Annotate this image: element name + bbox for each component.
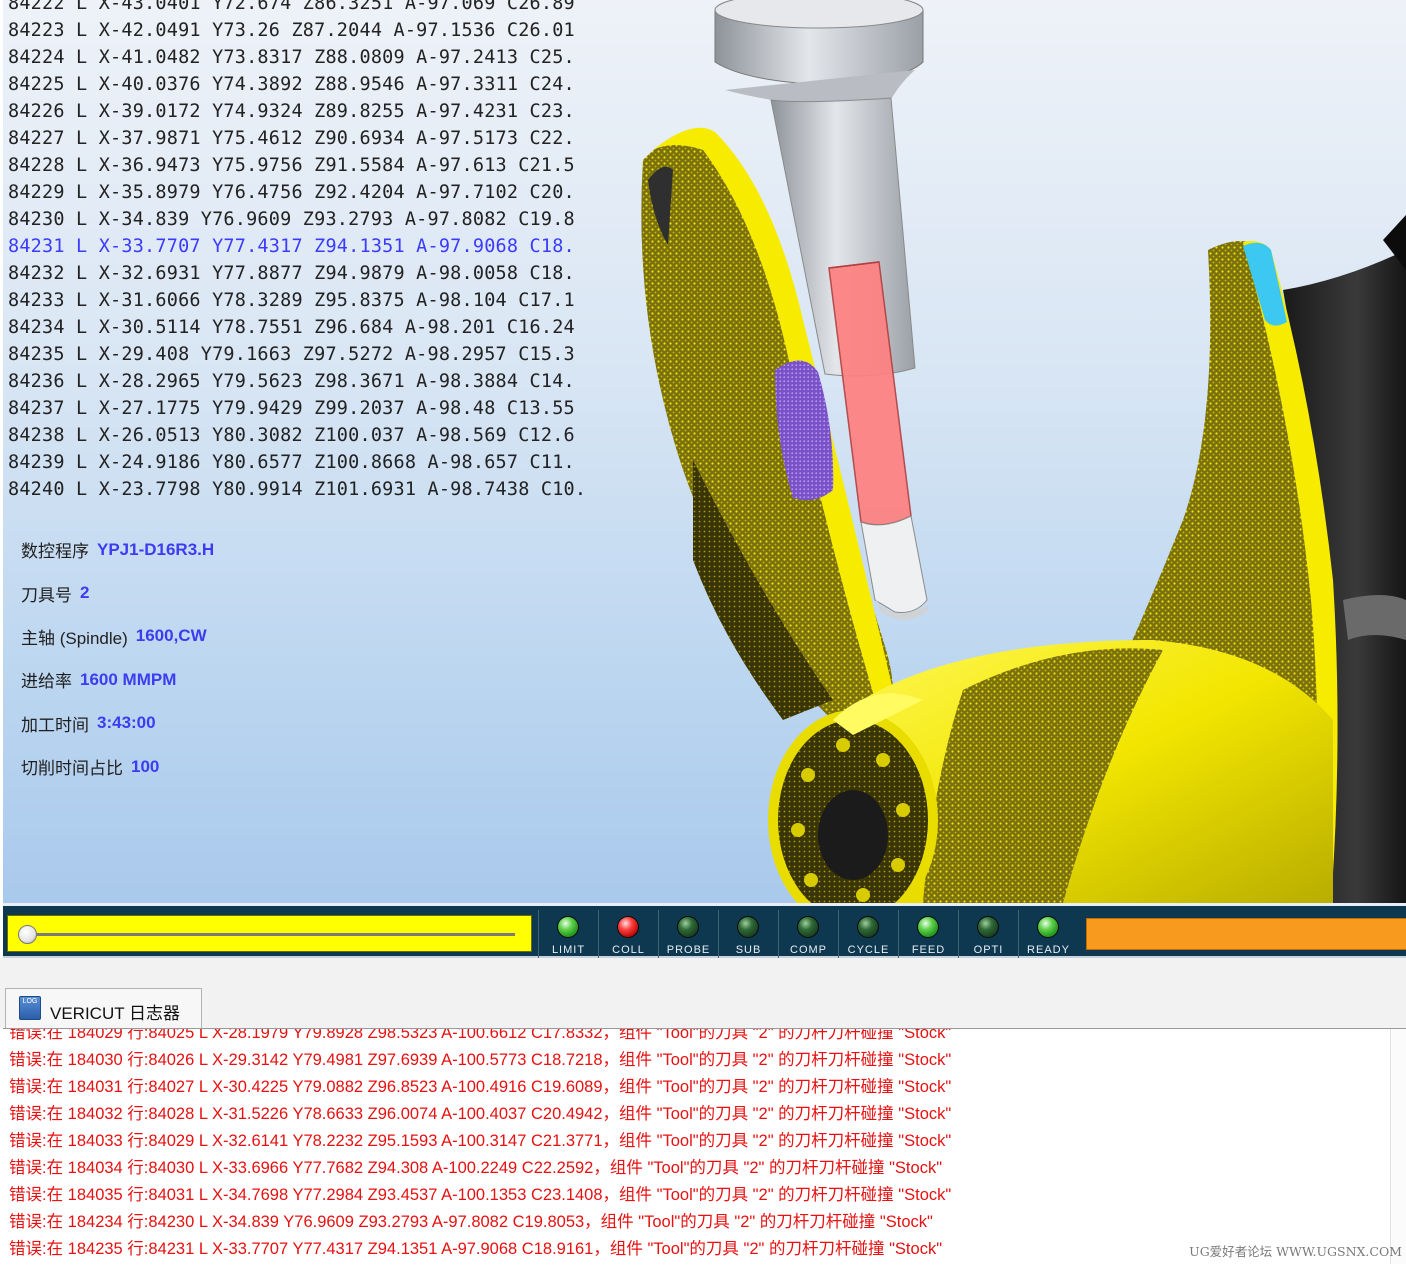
simulation-control-bar: LIMIT COLL PROBE SUB COMP CYCLE FEED OPTI READY: [3, 903, 1406, 958]
status-indicators: LIMIT COLL PROBE SUB COMP CYCLE FEED OPTI READY: [538, 910, 1078, 958]
indicator-label: OPTI: [973, 944, 1004, 956]
slider-thumb[interactable]: [18, 925, 37, 944]
log-error-line[interactable]: 错误:在 184235 行:84231 L X-33.7707 Y77.4317…: [9, 1236, 951, 1263]
led-dark-icon: [677, 916, 699, 938]
indicator-label: SUB: [735, 944, 762, 956]
nc-line[interactable]: 84224 L X-41.0482 Y73.8317 Z88.0809 A-97…: [8, 44, 618, 71]
log-error-line[interactable]: 错误:在 184035 行:84031 L X-34.7698 Y77.2984…: [9, 1182, 951, 1209]
led-dark-icon: [797, 916, 819, 938]
led-green-icon: [917, 916, 939, 938]
indicator-ready: READY: [1018, 910, 1078, 958]
slider-track: [24, 933, 515, 936]
led-dark-icon: [857, 916, 879, 938]
log-error-line[interactable]: 错误:在 184234 行:84230 L X-34.839 Y76.9609 …: [9, 1209, 951, 1236]
indicator-cycle: CYCLE: [838, 910, 898, 958]
nc-current-line[interactable]: 84231 L X-33.7707 Y77.4317 Z94.1351 A-97…: [8, 233, 618, 260]
nc-line[interactable]: 84233 L X-31.6066 Y78.3289 Z95.8375 A-98…: [8, 287, 618, 314]
led-dark-icon: [737, 916, 759, 938]
indicator-label: READY: [1027, 944, 1070, 956]
log-error-line[interactable]: 错误:在 184029 行:84025 L X-28.1979 Y79.8928…: [9, 1029, 951, 1047]
nc-program-value: YPJ1-D16R3.H: [97, 539, 215, 559]
led-green-icon: [557, 916, 579, 938]
log-tab-label: VERICUT 日志器: [50, 1004, 181, 1023]
feed-rate-label: 进给率: [21, 672, 72, 692]
nc-line[interactable]: 84236 L X-28.2965 Y79.5623 Z98.3671 A-98…: [8, 368, 618, 395]
log-error-line[interactable]: 错误:在 184030 行:84026 L X-29.3142 Y79.4981…: [9, 1047, 951, 1074]
log-scrollbar[interactable]: [1390, 1029, 1406, 1264]
status-progress-bar: [1086, 918, 1406, 950]
led-red-icon: [617, 916, 639, 938]
machining-time-value: 3:43:00: [97, 713, 156, 733]
3d-viewport[interactable]: 84222 L X-43.0401 Y72.674 Z86.3251 A-97.…: [3, 0, 1406, 903]
nc-line[interactable]: 84222 L X-43.0401 Y72.674 Z86.3251 A-97.…: [8, 0, 618, 17]
spindle-value: 1600,CW: [135, 626, 207, 646]
feed-rate-value: 1600 MMPM: [80, 669, 177, 689]
vericut-logger-tab[interactable]: LOG VERICUT 日志器: [5, 988, 202, 1028]
indicator-label: FEED: [911, 944, 946, 956]
indicator-label: COLL: [612, 944, 645, 956]
log-book-icon: LOG: [19, 996, 41, 1020]
led-dark-icon: [977, 916, 999, 938]
machining-time-label: 加工时间: [21, 715, 89, 735]
spindle-label: 主轴 (Spindle): [21, 628, 128, 648]
log-error-line[interactable]: 错误:在 184032 行:84028 L X-31.5226 Y78.6633…: [9, 1101, 951, 1128]
indicator-comp: COMP: [778, 910, 838, 958]
cut-ratio-row: 切削时间占比 100: [21, 745, 214, 788]
nc-program-label: 数控程序: [21, 542, 89, 562]
nc-line[interactable]: 84229 L X-35.8979 Y76.4756 Z92.4204 A-97…: [8, 179, 618, 206]
nc-line[interactable]: 84239 L X-24.9186 Y80.6577 Z100.8668 A-9…: [8, 449, 618, 476]
nc-line[interactable]: 84223 L X-42.0491 Y73.26 Z87.2044 A-97.1…: [8, 17, 618, 44]
tool-number-value: 2: [80, 583, 90, 603]
log-lines: 错误:在 184029 行:84025 L X-28.1979 Y79.8928…: [9, 1029, 951, 1263]
progress-slider[interactable]: [7, 915, 532, 952]
indicator-label: CYCLE: [847, 944, 890, 956]
indicator-label: COMP: [790, 944, 827, 956]
log-error-line[interactable]: 错误:在 184031 行:84027 L X-30.4225 Y79.0882…: [9, 1074, 951, 1101]
feed-rate-row: 进给率 1600 MMPM: [21, 658, 214, 701]
cut-ratio-value: 100: [131, 756, 160, 776]
cut-ratio-label: 切削时间占比: [21, 759, 123, 779]
nc-line[interactable]: 84225 L X-40.0376 Y74.3892 Z88.9546 A-97…: [8, 71, 618, 98]
log-error-line[interactable]: 错误:在 184033 行:84029 L X-32.6141 Y78.2232…: [9, 1128, 951, 1155]
nc-program-row: 数控程序 YPJ1-D16R3.H: [21, 528, 214, 571]
nc-line[interactable]: 84237 L X-27.1775 Y79.9429 Z99.2037 A-98…: [8, 395, 618, 422]
log-output[interactable]: 错误:在 184029 行:84025 L X-28.1979 Y79.8928…: [3, 1028, 1406, 1264]
nc-line[interactable]: 84235 L X-29.408 Y79.1663 Z97.5272 A-98.…: [8, 341, 618, 368]
indicator-label: LIMIT: [551, 944, 586, 956]
nc-line[interactable]: 84226 L X-39.0172 Y74.9324 Z89.8255 A-97…: [8, 98, 618, 125]
indicator-probe: PROBE: [658, 910, 718, 958]
nc-line[interactable]: 84232 L X-32.6931 Y77.8877 Z94.9879 A-98…: [8, 260, 618, 287]
watermark: UG爱好者论坛 WWW.UGSNX.COM: [1189, 1244, 1402, 1259]
nc-line[interactable]: 84238 L X-26.0513 Y80.3082 Z100.037 A-98…: [8, 422, 618, 449]
nc-line[interactable]: 84234 L X-30.5114 Y78.7551 Z96.684 A-98.…: [8, 314, 618, 341]
spindle-row: 主轴 (Spindle) 1600,CW: [21, 615, 214, 658]
machining-time-row: 加工时间 3:43:00: [21, 702, 214, 745]
indicator-feed: FEED: [898, 910, 958, 958]
indicator-label: PROBE: [666, 944, 711, 956]
nc-line[interactable]: 84230 L X-34.839 Y76.9609 Z93.2793 A-97.…: [8, 206, 618, 233]
nc-line[interactable]: 84227 L X-37.9871 Y75.4612 Z90.6934 A-97…: [8, 125, 618, 152]
indicator-sub: SUB: [718, 910, 778, 958]
tool-number-label: 刀具号: [21, 585, 72, 605]
nc-line[interactable]: 84228 L X-36.9473 Y75.9756 Z91.5584 A-97…: [8, 152, 618, 179]
status-info-panel: 数控程序 YPJ1-D16R3.H 刀具号 2 主轴 (Spindle) 160…: [21, 528, 214, 788]
log-error-line[interactable]: 错误:在 184034 行:84030 L X-33.6966 Y77.7682…: [9, 1155, 951, 1182]
led-green-icon: [1037, 916, 1059, 938]
log-tab-strip: LOG VERICUT 日志器: [0, 958, 1406, 1028]
nc-program-listing[interactable]: 84222 L X-43.0401 Y72.674 Z86.3251 A-97.…: [8, 0, 618, 500]
nc-line[interactable]: 84240 L X-23.7798 Y80.9914 Z101.6931 A-9…: [8, 476, 618, 500]
tool-number-row: 刀具号 2: [21, 571, 214, 614]
indicator-limit: LIMIT: [538, 910, 598, 958]
indicator-coll: COLL: [598, 910, 658, 958]
indicator-opti: OPTI: [958, 910, 1018, 958]
